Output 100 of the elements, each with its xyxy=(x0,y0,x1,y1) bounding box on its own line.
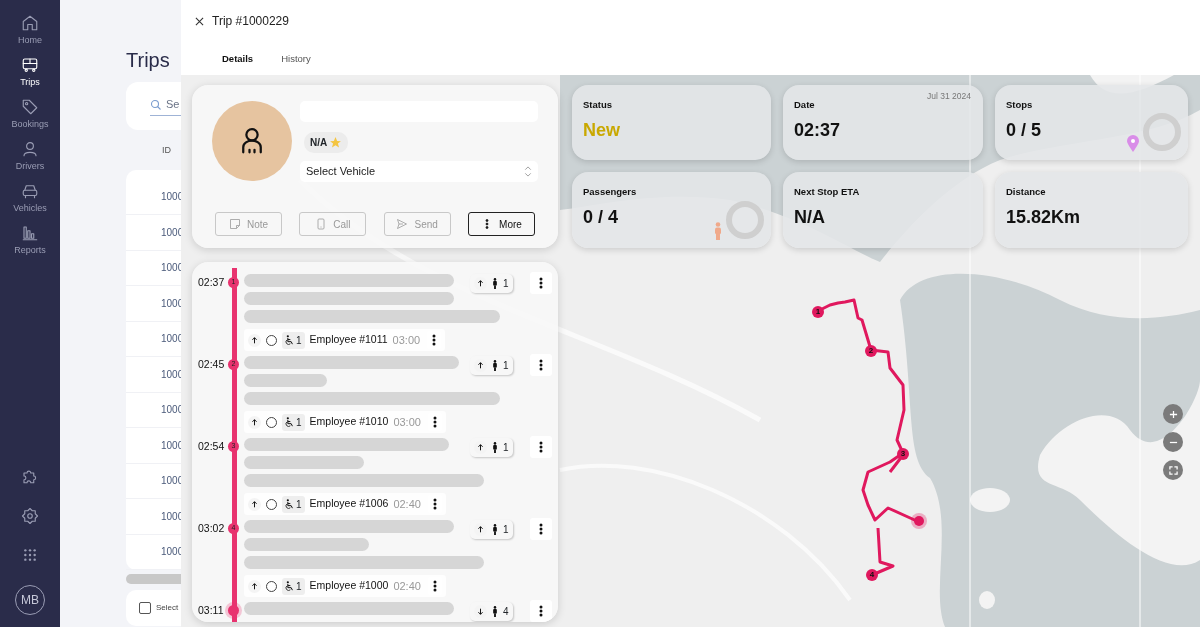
tab[interactable]: History xyxy=(267,48,325,80)
passenger-time: 03:00 xyxy=(393,414,421,430)
stop-time: 03:02 xyxy=(198,521,226,536)
stop-marker xyxy=(228,605,239,616)
fullscreen-icon xyxy=(1168,465,1178,475)
progress-ring-icon xyxy=(1142,112,1182,152)
up-arrow-icon xyxy=(251,582,258,590)
wheelchair-icon xyxy=(285,335,294,345)
more-icon xyxy=(539,359,543,371)
more-icon xyxy=(432,580,437,592)
passenger-count: 1 xyxy=(296,415,302,430)
stop-passenger-count: 1 xyxy=(503,277,509,291)
vehicle-select[interactable]: Select Vehicle xyxy=(300,161,538,182)
down-arrow-icon xyxy=(477,608,484,615)
checkbox[interactable] xyxy=(139,602,151,614)
sidebar-item[interactable]: Trips xyxy=(20,56,40,98)
more-button[interactable] xyxy=(530,436,552,458)
stop-passenger-count: 1 xyxy=(503,359,509,373)
pickup-button[interactable] xyxy=(248,415,261,429)
settings-icon xyxy=(21,507,39,525)
passenger-count: 1 xyxy=(296,497,302,512)
pickup-button[interactable] xyxy=(248,579,261,593)
stop-time: 02:45 xyxy=(198,357,226,372)
up-arrow-icon xyxy=(477,444,484,451)
more-icon xyxy=(432,334,437,346)
search-icon xyxy=(150,98,162,111)
pickup-button[interactable] xyxy=(248,333,261,347)
plus-icon xyxy=(1168,409,1178,419)
more-button[interactable]: More xyxy=(468,212,535,236)
more-button[interactable] xyxy=(530,518,552,540)
checkbox-label: Select xyxy=(156,602,179,614)
stat-value: 15.82Km xyxy=(1006,206,1081,229)
passenger-count: 1 xyxy=(296,579,302,594)
more-button[interactable] xyxy=(530,354,552,376)
more-button[interactable] xyxy=(530,600,552,622)
standing-person-icon xyxy=(492,442,498,453)
more-button[interactable] xyxy=(530,272,552,294)
standing-person-icon xyxy=(492,360,498,371)
up-arrow-icon xyxy=(477,526,484,533)
up-arrow-icon xyxy=(251,418,258,426)
sidebar-item[interactable]: Bookings xyxy=(11,98,49,140)
more-icon xyxy=(432,416,437,428)
passenger-time: 02:40 xyxy=(393,578,421,594)
more-icon xyxy=(539,523,543,535)
apps-grid-icon xyxy=(22,547,38,563)
stat-label: Date xyxy=(794,98,815,112)
scrollbar[interactable] xyxy=(126,574,181,584)
stat-label: Status xyxy=(583,98,613,112)
panel-title: Trip #1000229 xyxy=(212,13,289,30)
column-header: ID xyxy=(162,144,172,157)
passenger-checkbox[interactable] xyxy=(266,498,277,510)
person-figure-icon xyxy=(714,222,722,240)
stat-value: N/A xyxy=(794,206,825,229)
star-icon xyxy=(329,136,343,149)
home-icon xyxy=(21,14,39,32)
route-end-marker[interactable] xyxy=(914,516,924,526)
sidebar-item[interactable]: Vehicles xyxy=(13,182,47,224)
stop-time: 02:54 xyxy=(198,439,226,454)
standing-person-icon xyxy=(492,524,498,535)
close-icon xyxy=(195,16,204,26)
bus-icon xyxy=(21,56,39,74)
sidebar-item[interactable]: Home xyxy=(18,14,42,56)
stat-value: New xyxy=(583,119,620,142)
pickup-button[interactable] xyxy=(248,497,261,511)
stat-value: 02:37 xyxy=(794,119,841,142)
sidebar-item[interactable]: Reports xyxy=(14,224,46,266)
passenger-checkbox[interactable] xyxy=(266,416,277,428)
wheelchair-icon xyxy=(285,499,294,509)
more-icon xyxy=(539,277,543,289)
passenger-name: Employee #1000 xyxy=(309,578,389,594)
phone-icon xyxy=(315,218,328,230)
stat-value: 0 / 4 xyxy=(583,206,619,229)
more-icon xyxy=(539,441,543,453)
passenger-checkbox[interactable] xyxy=(266,580,277,592)
stat-label: Stops xyxy=(1006,98,1033,112)
passenger-time: 02:40 xyxy=(393,496,421,512)
sidebar-item[interactable]: Drivers xyxy=(15,140,45,182)
note-icon xyxy=(228,218,241,230)
passenger-count: 1 xyxy=(296,333,302,348)
passenger-time: 03:00 xyxy=(392,332,421,348)
tag-icon xyxy=(21,98,39,116)
passenger-checkbox[interactable] xyxy=(266,334,277,346)
send-icon xyxy=(396,218,409,230)
up-arrow-icon xyxy=(251,500,258,508)
up-arrow-icon xyxy=(477,280,484,287)
sort-caret-icon xyxy=(524,166,532,177)
wheelchair-icon xyxy=(285,417,294,427)
stat-label: Passengers xyxy=(583,185,637,199)
page-title: Trips xyxy=(126,48,170,72)
stop-passenger-count: 4 xyxy=(503,605,509,619)
more-icon xyxy=(539,605,543,617)
close-button[interactable] xyxy=(195,16,204,26)
standing-person-icon xyxy=(492,606,498,617)
passenger-name: Employee #1006 xyxy=(309,496,389,512)
wheelchair-icon xyxy=(285,581,294,591)
up-arrow-icon xyxy=(251,336,258,344)
progress-ring-icon xyxy=(725,200,765,240)
bar-chart-icon xyxy=(21,224,39,242)
stat-label: Distance xyxy=(1006,185,1046,199)
stat-date: Jul 31 2024 xyxy=(927,90,971,103)
